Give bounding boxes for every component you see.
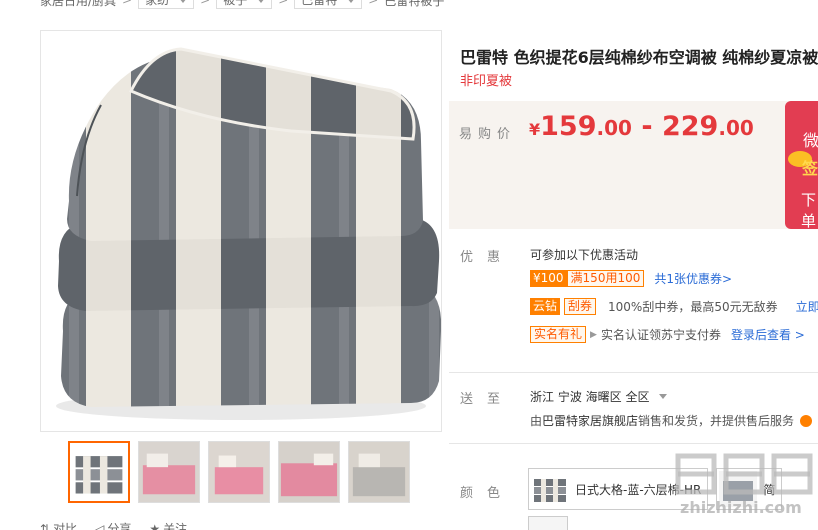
region-text: 浙江 宁波 海曙区 全区 <box>530 390 650 404</box>
star-icon: ★ <box>149 521 161 530</box>
realname-tag: 实名有礼 <box>530 326 587 343</box>
breadcrumb-separator: > <box>278 0 289 7</box>
thumbnail-1[interactable] <box>68 441 130 503</box>
chevron-down-icon <box>257 0 266 3</box>
chevron-down-icon <box>659 394 668 399</box>
scratch-coupon-text: 100%刮中券，最高50元无敌券 <box>608 300 778 314</box>
breadcrumb-separator: > <box>368 0 379 7</box>
thumbnail-2[interactable] <box>138 441 200 503</box>
thumbnail-3[interactable] <box>208 441 270 503</box>
thumbnail-4[interactable] <box>278 441 340 503</box>
promo-text-1: 微 <box>803 131 818 150</box>
breadcrumb-item-beizi[interactable]: 被子 <box>216 0 273 9</box>
share-icon: ◁ <box>95 521 105 530</box>
coupon-amount-tag: ¥100 <box>530 270 567 287</box>
watermark-text: zhizhizhi.com <box>680 498 802 517</box>
divider <box>449 372 818 373</box>
scratch-tag: 刮券 <box>564 298 597 315</box>
price-label: 易购价 <box>459 127 517 142</box>
seller-suffix: 销售和发货，并提供售后服务 <box>638 414 795 428</box>
thumbnail-image <box>349 442 409 502</box>
seller-prefix: 由 <box>530 414 543 428</box>
breadcrumb-home[interactable]: 家居日用/厨具 <box>40 0 116 9</box>
chevron-down-icon <box>179 0 188 3</box>
seller-info: 由 巴雷特家居旗舰店 销售和发货，并提供售后服务 <box>530 412 813 429</box>
realname-row: 实名有礼 ▶ 实名认证领苏宁支付券 登录后查看 > <box>530 326 805 343</box>
coupon-condition-tag: 满150用100 <box>566 270 645 287</box>
price-high-decimal: .00 <box>718 116 754 140</box>
coupon-link[interactable]: 共1张优惠券> <box>654 270 732 287</box>
thumbnail-image <box>279 442 339 502</box>
color-swatch-image <box>531 471 569 507</box>
thumbnail-image <box>70 443 128 501</box>
realname-text: 实名认证领苏宁支付券 <box>600 328 721 342</box>
currency-symbol: ¥ <box>529 120 541 139</box>
watermark-logo <box>675 453 813 495</box>
region-selector[interactable]: 浙江 宁波 海曙区 全区 <box>530 388 668 405</box>
price-low-decimal: .00 <box>596 116 632 140</box>
share-button[interactable]: ◁ 分享 <box>95 520 131 530</box>
price-panel: 易购价 ¥159.00 - 229.00 <box>449 101 818 229</box>
breadcrumb-item-brand[interactable]: 巴雷特 <box>294 0 363 9</box>
service-badge-icon <box>800 414 813 427</box>
thumbnail-strip <box>68 441 410 503</box>
price-range: ¥159.00 - 229.00 <box>529 111 754 142</box>
breadcrumb-separator: > <box>200 0 211 7</box>
scratch-coupon-link[interactable]: 立即去 <box>796 298 818 315</box>
compare-icon: ⇅ <box>40 521 51 530</box>
promo-text-3: 下单 <box>801 191 817 229</box>
product-title: 巴雷特 色织提花6层纯棉纱布空调被 纯棉纱夏凉被 <box>460 48 818 67</box>
follow-button[interactable]: ★ 关注 <box>149 520 187 530</box>
realname-link[interactable]: 登录后查看 > <box>731 326 805 343</box>
breadcrumb-item-jiafang[interactable]: 家纺 <box>138 0 195 9</box>
divider <box>449 443 818 444</box>
price-low: 159 <box>540 111 597 142</box>
folded-quilt-image <box>56 47 441 420</box>
seller-name[interactable]: 巴雷特家居旗舰店 <box>542 412 638 429</box>
breadcrumb-separator: > <box>122 0 133 7</box>
scratch-coupon-row: 云钻 刮券 100%刮中券，最高50元无敌券 立即去 <box>530 298 818 315</box>
yunzuan-tag: 云钻 <box>530 298 561 315</box>
offers-label: 优惠 <box>460 250 515 265</box>
promo-text-2: 签 <box>802 159 818 178</box>
price-dash: - <box>631 111 662 142</box>
product-subtitle: 非印夏被 <box>460 74 513 89</box>
color-label: 颜色 <box>460 486 515 501</box>
offers-intro: 可参加以下优惠活动 <box>530 248 639 262</box>
main-product-image[interactable] <box>40 30 442 432</box>
caret-right-icon: ▶ <box>590 329 597 340</box>
compare-button[interactable]: ⇅ 对比 <box>40 520 77 530</box>
delivery-label: 送至 <box>460 392 515 407</box>
coupon-row: ¥100 满150用100 共1张优惠券> <box>530 270 732 287</box>
wechat-promo-banner[interactable]: 微 签 下单 <box>785 101 818 229</box>
breadcrumb-current: 巴雷特被子 <box>384 0 445 8</box>
chevron-down-icon <box>347 0 356 3</box>
product-actions: ⇅ 对比 ◁ 分享 ★ 关注 <box>40 520 187 530</box>
price-high: 229 <box>661 111 719 142</box>
thumbnail-image <box>209 442 269 502</box>
color-option-3[interactable] <box>528 516 568 530</box>
thumbnail-5[interactable] <box>348 441 410 503</box>
thumbnail-image <box>139 442 199 502</box>
watermark: zhizhizhi.com <box>672 450 818 530</box>
breadcrumb: 家居日用/厨具 > 家纺 > 被子 > 巴雷特 > 巴雷特被子 <box>40 0 444 9</box>
